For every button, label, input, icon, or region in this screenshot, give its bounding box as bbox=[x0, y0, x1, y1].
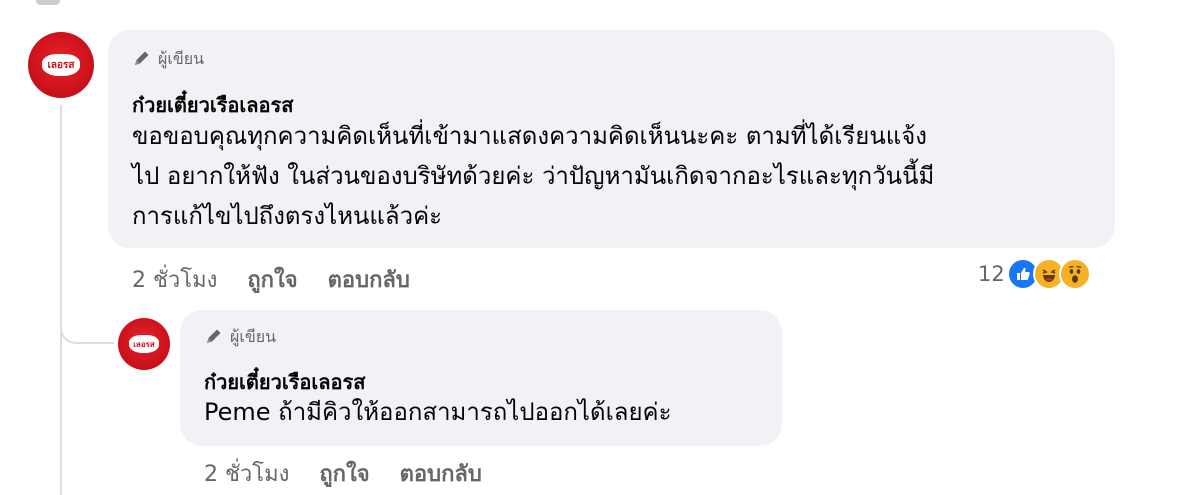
author-badge-label: ผู้เขียน bbox=[230, 327, 277, 346]
thread-line-branch bbox=[60, 300, 114, 344]
brand-logo: เลอรส bbox=[129, 335, 159, 353]
comment-text-line: ขอขอบคุณทุกความคิดเห็นที่เข้ามาแสดงความค… bbox=[132, 122, 928, 150]
comment-text-line: การแก้ไขไปถึงตรงไหนแล้วค่ะ bbox=[132, 202, 443, 230]
comment-text: ขอขอบคุณทุกความคิดเห็นที่เข้ามาแสดงความค… bbox=[132, 116, 1102, 236]
reply-actions: 2 ชั่วโมง ถูกใจ ตอบกลับ bbox=[204, 456, 482, 491]
pencil-icon bbox=[132, 48, 152, 72]
like-button[interactable]: ถูกใจ bbox=[247, 262, 297, 297]
author-badge: ผู้เขียน bbox=[132, 47, 204, 72]
reply-button[interactable]: ตอบกลับ bbox=[328, 262, 410, 297]
like-button[interactable]: ถูกใจ bbox=[319, 456, 369, 491]
pencil-icon bbox=[204, 326, 224, 350]
comment-text-line: ไป อยากให้ฟัง ในส่วนของบริษัทด้วยค่ะ ว่า… bbox=[132, 162, 935, 190]
previous-content-edge bbox=[36, 0, 60, 5]
reply-bubble: ผู้เขียน ก๋วยเตี๋ยวเรือเลอรส Peme ถ้ามีค… bbox=[180, 310, 782, 446]
reactions-summary[interactable]: 12 bbox=[978, 258, 1091, 290]
reaction-count: 12 bbox=[978, 262, 1005, 286]
timestamp[interactable]: 2 ชั่วโมง bbox=[132, 262, 217, 297]
brand-logo: เลอรส bbox=[42, 54, 80, 76]
timestamp[interactable]: 2 ชั่วโมง bbox=[204, 456, 289, 491]
reply-button[interactable]: ตอบกลับ bbox=[400, 456, 482, 491]
comment-actions: 2 ชั่วโมง ถูกใจ ตอบกลับ bbox=[132, 262, 410, 297]
author-badge-label: ผู้เขียน bbox=[158, 49, 205, 68]
author-badge: ผู้เขียน bbox=[204, 325, 276, 350]
avatar[interactable]: เลอรส bbox=[118, 318, 170, 370]
avatar[interactable]: เลอรส bbox=[28, 32, 94, 98]
reply-text: Peme ถ้ามีคิวให้ออกสามารถไปออกได้เลยค่ะ bbox=[204, 398, 672, 426]
wow-icon bbox=[1058, 258, 1091, 290]
comment-bubble: ผู้เขียน ก๋วยเตี๋ยวเรือเลอรส ขอขอบคุณทุก… bbox=[108, 30, 1115, 248]
